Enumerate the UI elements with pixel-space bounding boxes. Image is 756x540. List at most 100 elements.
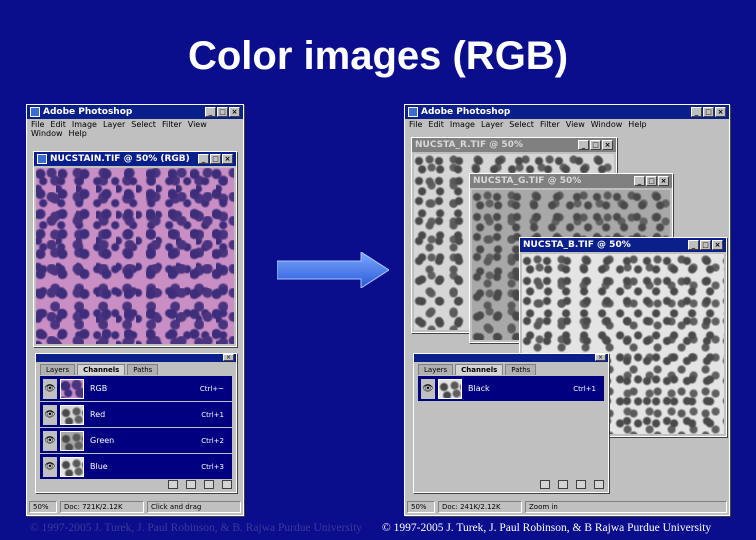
- load-selection-icon[interactable]: [540, 479, 550, 489]
- menu-image[interactable]: Image: [72, 120, 97, 129]
- left-app-title: Adobe Photoshop: [43, 107, 133, 117]
- close-icon[interactable]: ×: [595, 354, 606, 361]
- photoshop-icon: [408, 107, 418, 117]
- rgb-document-titlebar[interactable]: NUCSTAIN.TIF @ 50% (RGB) _ □ ×: [34, 152, 236, 166]
- menu-file[interactable]: File: [31, 120, 44, 129]
- maximize-icon[interactable]: □: [646, 176, 657, 186]
- channel-shortcut: Ctrl+~: [199, 384, 224, 393]
- channel-row-blue[interactable]: 👁 Blue Ctrl+3: [40, 454, 232, 479]
- close-icon[interactable]: ×: [715, 107, 726, 117]
- menu-help[interactable]: Help: [628, 120, 646, 129]
- menu-select[interactable]: Select: [509, 120, 534, 129]
- minimize-icon[interactable]: _: [688, 240, 699, 250]
- menu-window[interactable]: Window: [591, 120, 623, 129]
- channel-shortcut: Ctrl+1: [201, 410, 224, 419]
- zoom-level[interactable]: 50%: [407, 501, 435, 513]
- minimize-icon[interactable]: _: [578, 140, 589, 150]
- menu-layer[interactable]: Layer: [103, 120, 125, 129]
- tool-hint: Click and drag: [147, 501, 241, 513]
- channel-shortcut: Ctrl+3: [201, 462, 224, 471]
- blue-document-titlebar[interactable]: NUCSTA_B.TIF @ 50% _ □ ×: [520, 238, 726, 252]
- channel-shortcut: Ctrl+1: [573, 384, 596, 393]
- maximize-icon[interactable]: □: [217, 107, 228, 117]
- minimize-icon[interactable]: _: [691, 107, 702, 117]
- rgb-document-window[interactable]: NUCSTAIN.TIF @ 50% (RGB) _ □ ×: [33, 151, 237, 347]
- close-icon[interactable]: ×: [222, 154, 233, 164]
- maximize-icon[interactable]: □: [703, 107, 714, 117]
- channel-name: Red: [90, 410, 106, 419]
- tab-layers[interactable]: Layers: [40, 364, 76, 375]
- menu-filter[interactable]: Filter: [540, 120, 560, 129]
- eye-icon[interactable]: 👁: [43, 456, 57, 477]
- eye-icon[interactable]: 👁: [43, 404, 57, 425]
- maximize-icon[interactable]: □: [700, 240, 711, 250]
- red-document-titlebar[interactable]: NUCSTA_R.TIF @ 50% _ □ ×: [412, 138, 616, 152]
- he-stained-tissue-image[interactable]: [36, 168, 234, 344]
- green-document-title: NUCSTA_G.TIF @ 50%: [473, 176, 582, 186]
- close-icon[interactable]: ×: [229, 107, 240, 117]
- close-icon[interactable]: ×: [712, 240, 723, 250]
- minimize-icon[interactable]: _: [205, 107, 216, 117]
- left-photoshop-window[interactable]: Adobe Photoshop _ □ × File Edit Image La…: [26, 104, 244, 516]
- trash-icon[interactable]: [594, 479, 604, 489]
- channel-thumbnail: [60, 430, 84, 451]
- left-channels-panel[interactable]: × Layers Channels Paths 👁 RGB Ctrl+~ 👁 R…: [35, 353, 237, 493]
- slide-title: Color images (RGB): [187, 34, 569, 78]
- right-app-titlebar[interactable]: Adobe Photoshop _ □ ×: [405, 105, 729, 119]
- new-channel-icon[interactable]: [576, 479, 586, 489]
- blue-document-title: NUCSTA_B.TIF @ 50%: [523, 240, 631, 250]
- close-icon[interactable]: ×: [658, 176, 669, 186]
- menu-view[interactable]: View: [188, 120, 207, 129]
- channel-row-black[interactable]: 👁 Black Ctrl+1: [418, 376, 604, 401]
- channel-name: Green: [90, 436, 115, 445]
- save-selection-icon[interactable]: [558, 479, 568, 489]
- channel-row-green[interactable]: 👁 Green Ctrl+2: [40, 428, 232, 453]
- maximize-icon[interactable]: □: [590, 140, 601, 150]
- eye-icon[interactable]: 👁: [421, 378, 435, 399]
- maximize-icon[interactable]: □: [210, 154, 221, 164]
- minimize-icon[interactable]: _: [634, 176, 645, 186]
- footer-copyright-left: © 1997-2005 J. Turek, J. Paul Robinson, …: [30, 522, 363, 534]
- right-menubar: File Edit Image Layer Select Filter View…: [405, 119, 729, 130]
- channel-row-rgb[interactable]: 👁 RGB Ctrl+~: [40, 376, 232, 401]
- menu-window[interactable]: Window: [31, 129, 63, 138]
- eye-icon[interactable]: 👁: [43, 378, 57, 399]
- menu-help[interactable]: Help: [69, 129, 87, 138]
- channel-row-red[interactable]: 👁 Red Ctrl+1: [40, 402, 232, 427]
- menu-select[interactable]: Select: [131, 120, 156, 129]
- tab-paths[interactable]: Paths: [127, 364, 159, 375]
- zoom-level[interactable]: 50%: [29, 501, 57, 513]
- tab-layers[interactable]: Layers: [418, 364, 454, 375]
- eye-icon[interactable]: 👁: [43, 430, 57, 451]
- minimize-icon[interactable]: _: [198, 154, 209, 164]
- menu-edit[interactable]: Edit: [50, 120, 66, 129]
- menu-edit[interactable]: Edit: [428, 120, 444, 129]
- doc-size: Doc: 721K/2.12K: [60, 501, 144, 513]
- channel-name: RGB: [90, 384, 108, 393]
- left-menubar: File Edit Image Layer Select Filter View…: [27, 119, 243, 139]
- close-icon[interactable]: ×: [602, 140, 613, 150]
- close-icon[interactable]: ×: [223, 354, 234, 361]
- menu-layer[interactable]: Layer: [481, 120, 503, 129]
- menu-view[interactable]: View: [566, 120, 585, 129]
- tool-hint: Zoom in: [525, 501, 727, 513]
- tab-paths[interactable]: Paths: [505, 364, 537, 375]
- save-selection-icon[interactable]: [186, 479, 196, 489]
- tab-channels[interactable]: Channels: [455, 364, 504, 375]
- menu-image[interactable]: Image: [450, 120, 475, 129]
- channel-name: Blue: [90, 462, 108, 471]
- rgb-document-title: NUCSTAIN.TIF @ 50% (RGB): [50, 154, 190, 164]
- tab-channels[interactable]: Channels: [77, 364, 126, 375]
- channel-shortcut: Ctrl+2: [201, 436, 224, 445]
- menu-filter[interactable]: Filter: [162, 120, 182, 129]
- right-channels-panel[interactable]: × Layers Channels Paths 👁 Black Ctrl+1: [413, 353, 609, 493]
- menu-file[interactable]: File: [409, 120, 422, 129]
- right-statusbar: 50% Doc: 241K/2.12K Zoom in: [407, 501, 727, 513]
- load-selection-icon[interactable]: [168, 479, 178, 489]
- left-app-titlebar[interactable]: Adobe Photoshop _ □ ×: [27, 105, 243, 119]
- arrow-right-icon: [277, 252, 389, 288]
- green-document-titlebar[interactable]: NUCSTA_G.TIF @ 50% _ □ ×: [470, 174, 672, 188]
- trash-icon[interactable]: [222, 479, 232, 489]
- right-photoshop-window[interactable]: Adobe Photoshop _ □ × File Edit Image La…: [404, 104, 730, 516]
- new-channel-icon[interactable]: [204, 479, 214, 489]
